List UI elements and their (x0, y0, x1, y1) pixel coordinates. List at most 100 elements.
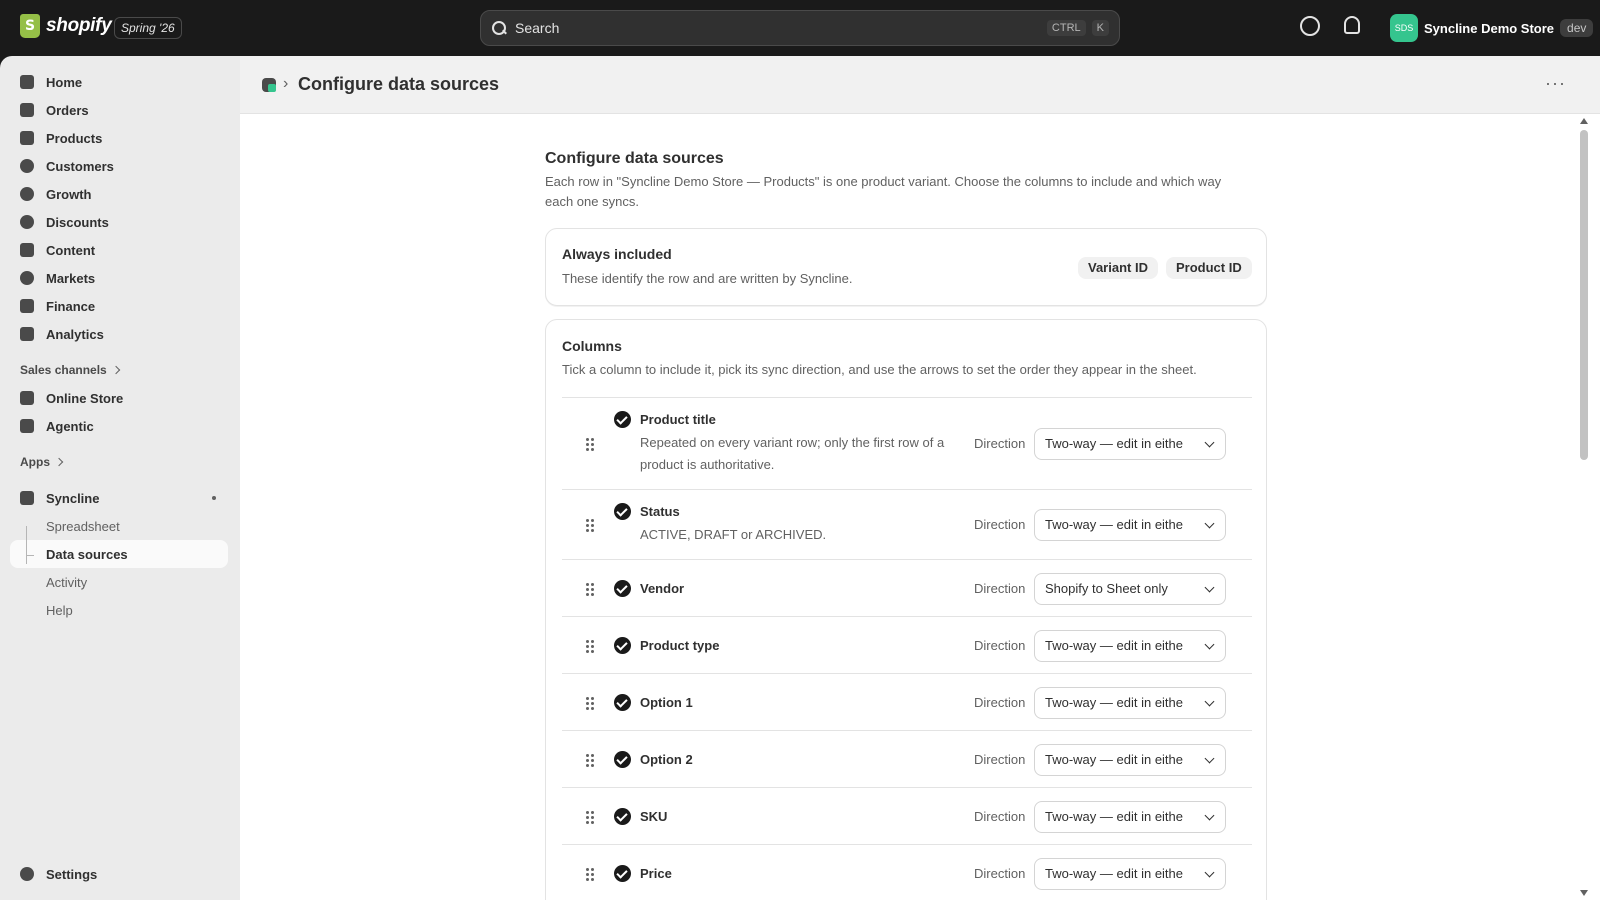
drag-handle-icon[interactable] (586, 519, 596, 532)
sidebar-subitem-data-sources[interactable]: Data sources (10, 540, 228, 568)
sidebar-item-syncline[interactable]: Syncline (10, 484, 228, 512)
column-description: Repeated on every variant row; only the … (640, 435, 945, 472)
drag-dot (586, 649, 589, 653)
include-checkbox[interactable] (614, 579, 631, 597)
sidebar-item-home[interactable]: Home (10, 68, 228, 96)
sidebar-item-online-store[interactable]: Online Store (10, 384, 228, 412)
sidebar-item-growth[interactable]: Growth (10, 180, 228, 208)
include-checkbox[interactable] (614, 864, 631, 882)
direction-select[interactable]: Two-way — edit in eithe (1034, 509, 1226, 541)
sidebar-subitem-label: Spreadsheet (46, 518, 120, 534)
chevron-down-icon (1204, 696, 1215, 706)
sidebar-subitem-help[interactable]: Help (10, 596, 228, 624)
card-subtitle: These identify the row and are written b… (562, 271, 853, 286)
drag-dot (586, 810, 589, 814)
direction-select[interactable]: Two-way — edit in eithe (1034, 428, 1226, 460)
sidebar-item-finance[interactable]: Finance (10, 292, 228, 320)
sidebar-item-label: Home (46, 74, 83, 90)
main-area: › Configure data sources ··· Configure d… (240, 56, 1600, 900)
chevron-down-icon (1204, 437, 1215, 448)
syncline-app-icon[interactable] (262, 78, 276, 92)
sales-channels-heading[interactable]: Sales channels (10, 356, 228, 384)
sidebar-item-agentic[interactable]: Agentic (10, 412, 228, 440)
drag-dot (591, 810, 594, 814)
search-bar[interactable]: Search CTRL K (480, 10, 1120, 46)
sidebar-item-content[interactable]: Content (10, 236, 228, 264)
person-icon (20, 159, 34, 173)
sidebar-item-customers[interactable]: Customers (10, 152, 228, 180)
chevron-down-icon (1204, 867, 1215, 877)
drag-handle-icon[interactable] (586, 753, 596, 767)
drag-dot (586, 706, 589, 710)
direction-select[interactable]: Two-way — edit in eithe (1034, 686, 1226, 719)
tree-line (26, 526, 27, 564)
store-avatar: SDS (1390, 14, 1418, 42)
direction-label: Direction (974, 865, 1026, 881)
sidebar-subitem-spreadsheet[interactable]: Spreadsheet (10, 512, 228, 540)
drag-dot (586, 758, 589, 762)
column-row: Price Direction Two-way — edit in eithe (562, 844, 1252, 900)
drag-dot (586, 753, 589, 757)
section-heading: Configure data sources (545, 150, 724, 167)
column-row: Option 2 Direction Two-way — edit in eithe (562, 730, 1252, 787)
sidebar-item-products[interactable]: Products (10, 124, 228, 152)
more-actions-icon[interactable]: ··· (1545, 74, 1566, 92)
drag-handle-icon[interactable] (586, 810, 596, 824)
direction-select[interactable]: Two-way — edit in eithe (1034, 629, 1226, 662)
include-checkbox[interactable] (614, 411, 631, 428)
always-included-card: Always included These identify the row a… (545, 228, 1267, 306)
drag-dot (586, 872, 589, 876)
direction-label: Direction (974, 580, 1026, 596)
section-label-text: Sales channels (20, 363, 107, 377)
sidebar-item-orders[interactable]: Orders (10, 96, 228, 124)
drag-dot (591, 753, 594, 757)
drag-handle-icon[interactable] (586, 867, 596, 881)
direction-value: Two-way — edit in eithe (1045, 637, 1184, 653)
page-title: Configure data sources (298, 74, 500, 94)
sidebar-item-settings[interactable]: Settings (10, 860, 228, 888)
store-switcher[interactable]: SDS Syncline Demo Store dev (1390, 14, 1594, 42)
drag-handle-icon[interactable] (586, 582, 596, 596)
column-description: ACTIVE, DRAFT or ARCHIVED. (640, 527, 827, 542)
drag-dot (586, 448, 589, 451)
drag-handle-icon[interactable] (586, 639, 596, 653)
chevron-down-icon (1204, 753, 1215, 763)
drag-dot (586, 867, 589, 871)
globe-icon (20, 271, 34, 285)
sidebar-subitem-activity[interactable]: Activity (10, 568, 228, 596)
scrollbar[interactable] (1570, 114, 1600, 900)
direction-select[interactable]: Two-way — edit in eithe (1034, 800, 1226, 833)
drag-handle-icon[interactable] (586, 438, 596, 451)
direction-select[interactable]: Two-way — edit in eithe (1034, 743, 1226, 776)
drag-dot (586, 820, 589, 824)
drag-dot (591, 763, 594, 767)
sidebar-item-analytics[interactable]: Analytics (10, 320, 228, 348)
include-checkbox[interactable] (614, 693, 631, 711)
tag-icon (20, 131, 34, 145)
scroll-down-arrow-icon[interactable] (1580, 890, 1588, 896)
edition-badge[interactable]: Spring '26 (114, 17, 182, 39)
assistant-icon[interactable] (1300, 16, 1320, 36)
sidebar-item-discounts[interactable]: Discounts (10, 208, 228, 236)
shopify-logo[interactable]: shopify (20, 14, 112, 38)
include-checkbox[interactable] (614, 750, 631, 768)
include-checkbox[interactable] (614, 636, 631, 654)
sidebar: Home Orders Products Customers Growth Di… (0, 56, 240, 900)
direction-select[interactable]: Shopify to Sheet only (1034, 572, 1226, 605)
card-title: Columns (562, 338, 622, 354)
include-checkbox[interactable] (614, 503, 631, 520)
apps-heading[interactable]: Apps (10, 448, 228, 476)
sidebar-item-markets[interactable]: Markets (10, 264, 228, 292)
include-checkbox[interactable] (614, 807, 631, 825)
drag-dot (586, 438, 589, 441)
column-name: SKU (640, 808, 668, 824)
direction-label: Direction (974, 751, 1026, 767)
orders-icon (20, 103, 34, 117)
pin-dot-icon[interactable] (212, 496, 216, 500)
bell-icon[interactable] (1344, 16, 1360, 34)
card-subtitle: Tick a column to include it, pick its sy… (562, 362, 1197, 377)
direction-select[interactable]: Two-way — edit in eithe (1034, 857, 1226, 890)
drag-handle-icon[interactable] (586, 696, 596, 710)
scroll-up-arrow-icon[interactable] (1580, 118, 1588, 124)
scroll-thumb[interactable] (1580, 130, 1588, 460)
